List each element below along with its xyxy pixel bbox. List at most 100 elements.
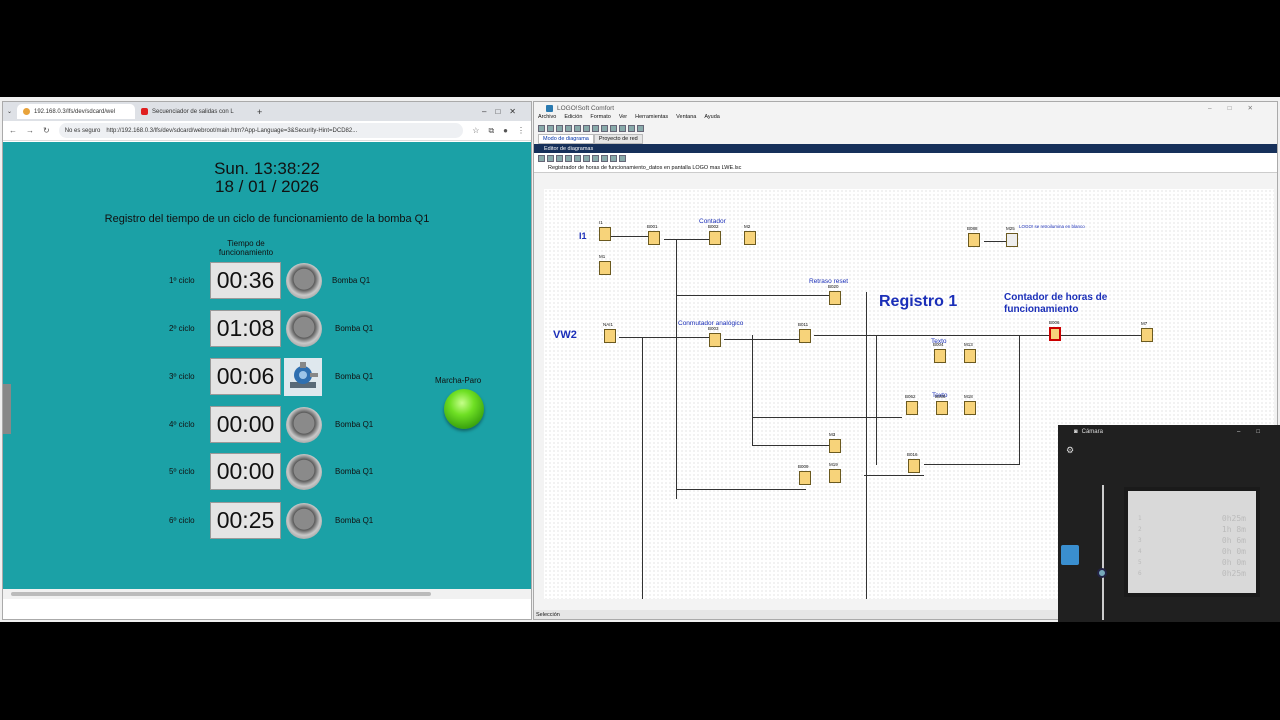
bookmark-star-icon[interactable]: ☆ (472, 126, 479, 135)
zoom-out-icon[interactable] (610, 155, 617, 162)
block-b006[interactable] (1049, 327, 1061, 341)
profile-avatar-icon[interactable]: ● (503, 126, 508, 135)
menu-herramientas[interactable]: Herramientas (635, 114, 668, 123)
block-m3[interactable] (829, 439, 841, 453)
help-icon[interactable] (637, 125, 644, 132)
align-icon[interactable] (619, 155, 626, 162)
cycle-label: 2º ciclo (169, 324, 195, 333)
back-icon[interactable]: ← (9, 126, 17, 135)
camera-settings-icon[interactable]: ⚙ (1066, 445, 1074, 456)
cycle-label: 6º ciclo (169, 516, 195, 525)
logo-display-screen: 1 2 3 4 5 6 0h25m 1h 8m 0h 6m 0h 0m 0h 0… (1124, 487, 1260, 597)
block-b020[interactable] (829, 291, 841, 305)
display-line: 1h 8m (1221, 525, 1246, 534)
block-i1[interactable] (599, 227, 611, 241)
block-m1[interactable] (599, 261, 611, 275)
block-b088[interactable] (968, 233, 980, 247)
special-function-icon[interactable] (583, 155, 590, 162)
tab-search-icon[interactable]: ⌄ (7, 108, 17, 115)
horizontal-scrollbar[interactable] (3, 589, 531, 599)
display-values-column: 0h25m 1h 8m 0h 6m 0h 0m 0h 0m 0h25m (1222, 513, 1246, 579)
copy-icon[interactable] (583, 125, 590, 132)
block-b001[interactable] (648, 231, 660, 245)
zoom-in-icon[interactable] (601, 155, 608, 162)
menu-dots-icon[interactable]: ⋮ (517, 126, 525, 135)
online-test-icon[interactable] (628, 125, 635, 132)
logo-window-controls[interactable]: –□✕ (1208, 104, 1277, 112)
forward-icon[interactable]: → (26, 126, 34, 135)
block-b004[interactable] (934, 349, 946, 363)
open-file-icon[interactable] (547, 125, 554, 132)
block-b062[interactable] (906, 401, 918, 415)
wire (1019, 335, 1020, 465)
block-m13[interactable] (964, 349, 976, 363)
document-tab[interactable]: Registrador de horas de funcionamiento_d… (534, 164, 1277, 173)
wire (752, 417, 902, 418)
time-display: 00:06 (210, 358, 281, 395)
redo-icon[interactable] (610, 125, 617, 132)
new-file-icon[interactable] (538, 125, 545, 132)
tab-diagram-mode[interactable]: Modo de diagrama (538, 134, 594, 144)
window-controls[interactable]: –□✕ (482, 107, 531, 116)
marcha-paro-button[interactable] (444, 389, 484, 429)
pump-off-icon (286, 311, 322, 347)
tab-lwe[interactable]: 192.168.0.3/lfs/dev/sdcard/wel (17, 104, 135, 119)
block-label: B002 (708, 224, 719, 229)
block-b005[interactable] (936, 401, 948, 415)
print-icon[interactable] (565, 125, 572, 132)
extensions-icon[interactable]: ⧉ (488, 126, 494, 136)
cut-connection-icon[interactable] (592, 155, 599, 162)
block-label: NAI1 (603, 322, 614, 327)
camera-zoom-slider[interactable] (1102, 485, 1104, 620)
block-b011[interactable] (799, 329, 811, 343)
save-icon[interactable] (556, 125, 563, 132)
not-secure-badge[interactable]: No es seguro (65, 128, 101, 134)
camera-title: Cámara (1081, 429, 1103, 435)
block-m2[interactable] (744, 231, 756, 245)
connect-tool-icon[interactable] (547, 155, 554, 162)
menu-edicion[interactable]: Edición (564, 114, 582, 123)
undo-icon[interactable] (601, 125, 608, 132)
time-display: 00:36 (210, 262, 281, 299)
camera-window-controls[interactable]: –□ (1237, 429, 1280, 435)
transfer-icon[interactable] (619, 125, 626, 132)
block-nai1[interactable] (604, 329, 616, 343)
block-m19[interactable] (829, 469, 841, 483)
text-tool-icon[interactable] (556, 155, 563, 162)
menu-ver[interactable]: Ver (619, 114, 627, 123)
paste-icon[interactable] (592, 125, 599, 132)
new-tab-button[interactable]: + (253, 107, 262, 117)
menu-formato[interactable]: Formato (590, 114, 610, 123)
menu-ayuda[interactable]: Ayuda (704, 114, 720, 123)
block-m7[interactable] (1141, 328, 1153, 342)
logo-titlebar: LOGO!Soft Comfort –□✕ (534, 102, 1277, 114)
constant-icon[interactable] (565, 155, 572, 162)
cut-icon[interactable] (574, 125, 581, 132)
time-display: 00:25 (210, 502, 281, 539)
select-tool-icon[interactable] (538, 155, 545, 162)
camera-zoom-knob[interactable] (1097, 568, 1107, 578)
logo-mode-tabs: Modo de diagrama Proyecto de red (534, 134, 1277, 144)
scroll-thumb[interactable] (11, 592, 431, 596)
block-b003[interactable] (709, 333, 721, 347)
pump-label: Bomba Q1 (335, 372, 374, 381)
block-m18[interactable] (964, 401, 976, 415)
block-b002[interactable] (709, 231, 721, 245)
camera-capture-button[interactable] (1061, 545, 1079, 565)
warning-favicon-icon (23, 108, 30, 115)
tab-network-project[interactable]: Proyecto de red (593, 134, 643, 144)
menu-ventana[interactable]: Ventana (676, 114, 696, 123)
tab-youtube[interactable]: Secuenciador de salidas con L (135, 104, 253, 119)
camera-window: ◙ Cámara –□ ⚙ 1 2 3 4 5 6 0h25m 1h 8m 0h… (1058, 425, 1280, 622)
basic-function-icon[interactable] (574, 155, 581, 162)
block-b009[interactable] (799, 471, 811, 485)
time-display: 01:08 (210, 310, 281, 347)
block-b016[interactable] (908, 459, 920, 473)
reload-icon[interactable]: ↻ (43, 126, 50, 135)
wire (676, 295, 836, 296)
menu-archivo[interactable]: Archivo (538, 114, 556, 123)
block-m25[interactable] (1006, 233, 1018, 247)
block-label: B003 (708, 326, 719, 331)
url-field[interactable]: No es seguro http://192.168.0.3/lfs/dev/… (58, 123, 464, 138)
clock-time: Sun. 13:38:22 (214, 159, 320, 178)
